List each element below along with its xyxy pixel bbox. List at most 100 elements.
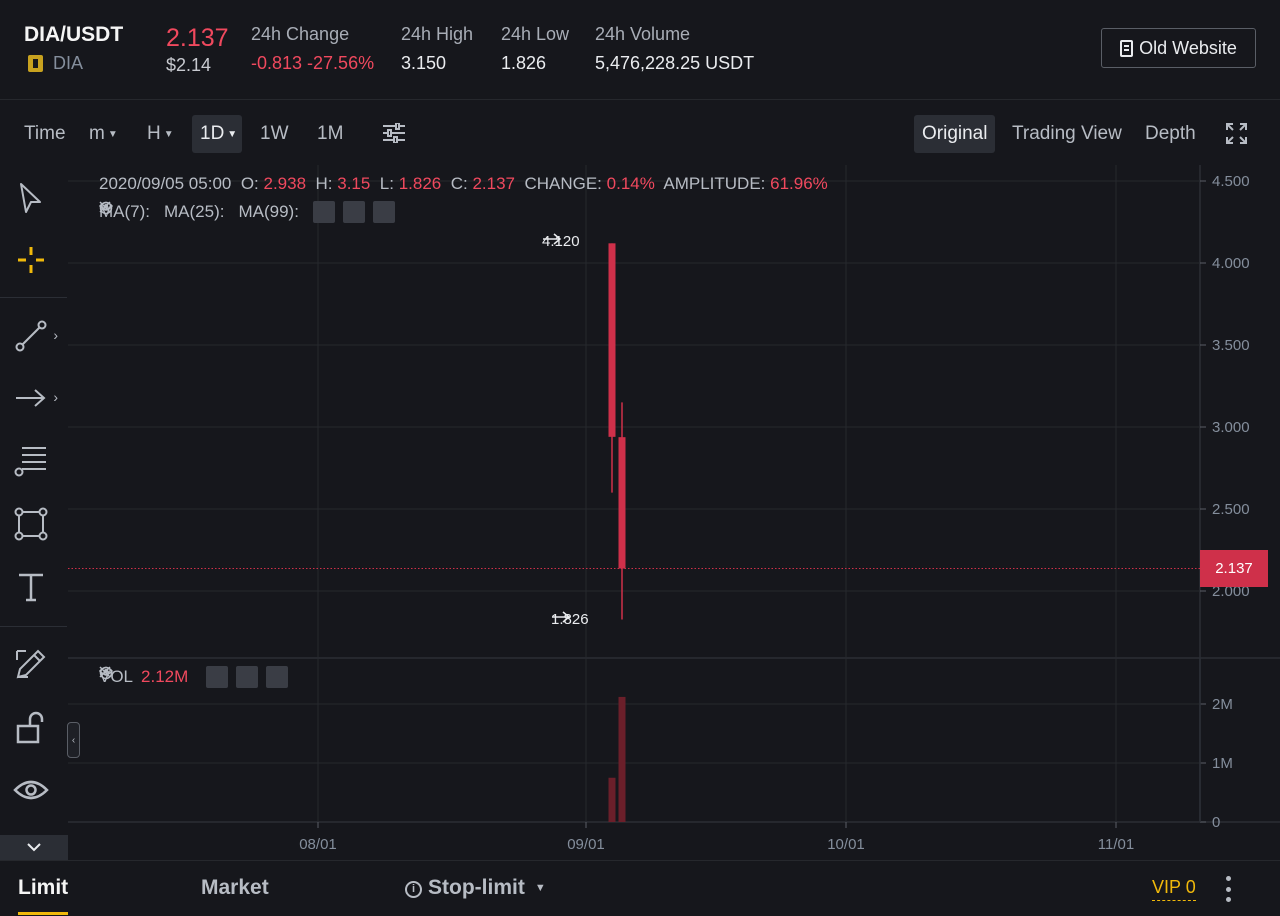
vol-close-button[interactable] <box>99 666 289 688</box>
cursor-icon <box>20 183 41 213</box>
indicator-settings-icon[interactable] <box>383 123 405 143</box>
stat-value: 1.826 <box>501 53 547 73</box>
divider <box>0 626 67 627</box>
interval-label: H <box>147 123 161 144</box>
old-website-button[interactable]: Old Website <box>1101 28 1256 68</box>
active-tab-indicator <box>18 912 68 915</box>
stat-label: 24h Change <box>251 24 350 44</box>
old-website-label: Old Website <box>1139 37 1237 58</box>
stat-24h-change: 24h Change -0.813 -27.56% <box>251 24 374 74</box>
arrow-tool[interactable]: › <box>0 373 62 423</box>
brush-tool[interactable] <box>0 639 62 689</box>
pair-name[interactable]: DIA/USDT <box>24 23 123 47</box>
info-icon[interactable]: i <box>405 880 422 898</box>
interval-h[interactable]: H ▼ <box>139 115 182 153</box>
order-type-tabs: Limit Market i Stop-limit ▼ <box>0 860 1280 916</box>
chevron-down-icon <box>27 843 41 852</box>
rectangle-tool[interactable] <box>0 499 62 549</box>
view-depth[interactable]: Depth <box>1137 115 1204 153</box>
last-price: 2.137 <box>166 24 229 52</box>
caret-down-icon: ▼ <box>107 128 118 140</box>
info-o-label: O: <box>240 174 259 193</box>
fib-tool[interactable] <box>0 436 62 486</box>
current-price-tag: 2.137 <box>1200 550 1268 587</box>
vol-settings-button[interactable] <box>99 666 259 688</box>
info-h-label: H: <box>315 174 333 193</box>
ma-25-label: MA(25): <box>164 202 225 221</box>
vip-level-link[interactable]: VIP 0 <box>1152 877 1196 901</box>
volume-legend: VOL 2.12M <box>99 666 289 688</box>
stat-24h-low: 24h Low 1.826 <box>501 24 569 74</box>
info-amplitude: 61.96% <box>770 174 828 193</box>
sidebar-collapse-button[interactable] <box>0 835 68 860</box>
interval-m[interactable]: m ▼ <box>81 115 126 153</box>
stat-label: 24h High <box>401 24 474 44</box>
stat-value: -0.813 -27.56% <box>251 53 375 73</box>
ticker-header: DIA/USDT DIA 2.137 $2.14 24h Change -0.8… <box>0 0 1280 100</box>
tab-market[interactable]: Market <box>201 876 269 900</box>
cursor-tool[interactable] <box>0 173 62 223</box>
text-tool[interactable] <box>0 562 62 612</box>
kline-chart[interactable]: 4.500 4.000 3.500 3.000 2.500 2.000 2M 1M 0 08/01… <box>68 165 1280 860</box>
crosshair-tool[interactable] <box>0 235 62 285</box>
vol-tick-label: 2M <box>1212 696 1233 713</box>
trend-line-tool[interactable]: › <box>0 311 62 361</box>
lock-tool[interactable] <box>0 703 62 753</box>
interval-1w[interactable]: 1W <box>252 115 297 153</box>
date-tick-label: 11/01 <box>1098 836 1134 853</box>
view-original[interactable]: Original <box>914 115 996 153</box>
high-marker: 4.120 <box>542 233 580 250</box>
info-date: 2020/09/05 05:00 <box>99 174 232 193</box>
chart-canvas[interactable]: 4.5004.0003.5003.0002.5002.0002M1M008/01… <box>68 165 1280 860</box>
time-label[interactable]: Time <box>16 115 74 153</box>
info-high: 3.15 <box>337 174 371 193</box>
tab-limit[interactable]: Limit <box>18 876 68 900</box>
ma-settings-button[interactable] <box>99 201 365 223</box>
interval-1d[interactable]: 1D ▼ <box>192 115 242 153</box>
candle-body <box>608 243 616 437</box>
info-open: 2.938 <box>263 174 307 193</box>
view-trading-view[interactable]: Trading View <box>1004 115 1130 153</box>
eye-icon <box>13 780 49 800</box>
ma-visibility-button[interactable] <box>99 201 335 223</box>
more-options-button[interactable] <box>1224 876 1232 902</box>
price-tick-label: 3.500 <box>1212 337 1250 354</box>
trend-line-icon <box>15 320 47 352</box>
dot <box>1225 876 1231 881</box>
dot <box>1225 886 1231 892</box>
interval-1m[interactable]: 1M <box>309 115 351 153</box>
visibility-tool[interactable] <box>0 765 62 815</box>
ma-99-label: MA(99): <box>238 202 299 221</box>
interval-label: 1D <box>200 123 225 144</box>
date-tick-label: 08/01 <box>299 836 337 853</box>
ohlc-info: 2020/09/05 05:00 O: 2.938 H: 3.15 L: 1.8… <box>99 174 828 194</box>
arrow-tool-icon <box>16 389 46 407</box>
info-low: 1.826 <box>398 174 442 193</box>
divider <box>0 297 67 298</box>
info-amplitude-label: AMPLITUDE: <box>663 174 766 193</box>
price-tick-label: 4.000 <box>1212 255 1250 272</box>
fullscreen-icon[interactable] <box>1226 123 1247 144</box>
low-marker: 1.826 <box>551 611 589 628</box>
vol-tick-label: 1M <box>1212 755 1233 772</box>
dot <box>1225 897 1231 902</box>
rectangle-icon <box>14 507 48 541</box>
ma-close-button[interactable] <box>99 201 395 223</box>
tab-stop-limit[interactable]: i Stop-limit ▼ <box>405 876 546 900</box>
volume-bar <box>618 696 626 822</box>
last-price-usd: $2.14 <box>166 55 212 75</box>
ma-controls <box>99 201 395 223</box>
stat-label: 24h Low <box>501 24 570 44</box>
chevron-right-icon: › <box>53 327 58 343</box>
caret-down-icon: ▼ <box>163 128 174 140</box>
info-change: 0.14% <box>606 174 655 193</box>
vol-visibility-button[interactable] <box>99 666 229 688</box>
document-icon <box>1120 39 1134 57</box>
text-icon <box>19 573 43 602</box>
date-tick-label: 09/01 <box>567 836 605 853</box>
date-tick-label: 10/01 <box>827 836 865 853</box>
arrow-right-icon <box>543 233 562 245</box>
volume-bar <box>608 777 616 822</box>
chart-toolbar: Time m ▼ H ▼ 1D ▼ 1W 1M Original Trading Vi… <box>0 101 1280 165</box>
coin-icon <box>28 55 43 72</box>
